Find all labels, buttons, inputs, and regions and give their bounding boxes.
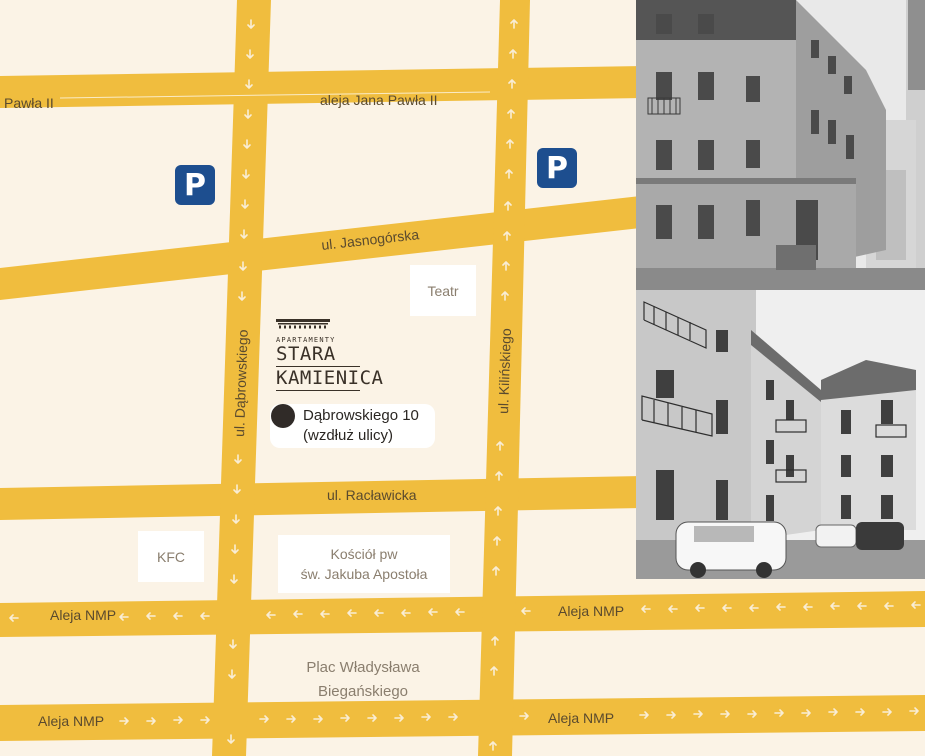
street-label-nmp-lower-right: Aleja NMP (548, 710, 614, 726)
road-raclawicka (0, 476, 640, 520)
poi-teatr[interactable]: Teatr (410, 265, 476, 316)
square-label-line1: Plac Władysława (306, 659, 420, 676)
road-jasnogorska (0, 196, 640, 300)
road-nmp-lower (0, 695, 925, 741)
logo: APARTAMENTY STARA KAMIENICA (276, 316, 384, 392)
map[interactable]: Pawła II aleja Jana Pawła II ul. Jasnogó… (0, 0, 925, 756)
poi-label: Teatr (427, 282, 459, 299)
building-front-image (636, 0, 925, 290)
street-label-jana-pawla: aleja Jana Pawła II (320, 92, 438, 108)
square-label: Plac Władysława Biegańskiego (280, 656, 446, 704)
building-photo-front[interactable] (636, 0, 925, 290)
poi-church[interactable]: Kościół pw św. Jakuba Apostoła (278, 535, 450, 593)
square-label-line2: Biegańskiego (317, 683, 409, 700)
logo-line2: KAMIENICA (276, 367, 384, 389)
street-label-nmp-upper-right: Aleja NMP (558, 603, 624, 619)
parking-icon[interactable]: P (537, 148, 577, 188)
street-label-jana-pawla-left: Pawła II (4, 95, 54, 111)
street-label-nmp-upper-left: Aleja NMP (50, 607, 116, 623)
poi-label: KFC (157, 548, 185, 565)
address-text: Dąbrowskiego 10 (wzdłuż ulicy) (303, 406, 419, 446)
street-label-nmp-lower-left: Aleja NMP (38, 713, 104, 729)
parking-icon[interactable]: P (175, 165, 215, 205)
address-line1: Dąbrowskiego 10 (303, 407, 419, 424)
street-label-raclawicka: ul. Racławicka (327, 487, 417, 503)
poi-label-line1: Kościół pw (330, 546, 398, 562)
address-line2: (wzdłuż ulicy) (303, 427, 394, 444)
poi-label-line2: św. Jakuba Apostoła (300, 566, 428, 582)
building-courtyard-image (636, 290, 925, 579)
logo-line1: STARA (276, 343, 336, 365)
logo-cornice-icon (276, 319, 330, 329)
building-photo-courtyard[interactable] (636, 290, 925, 579)
poi-kfc[interactable]: KFC (138, 531, 204, 582)
address-callout[interactable]: Dąbrowskiego 10 (wzdłuż ulicy) (270, 404, 435, 448)
street-label-kilinskiego: ul. Kilińskiego (495, 328, 514, 414)
logo-rule (276, 390, 360, 391)
location-marker-icon[interactable] (271, 404, 295, 428)
road-nmp-upper (0, 591, 925, 637)
